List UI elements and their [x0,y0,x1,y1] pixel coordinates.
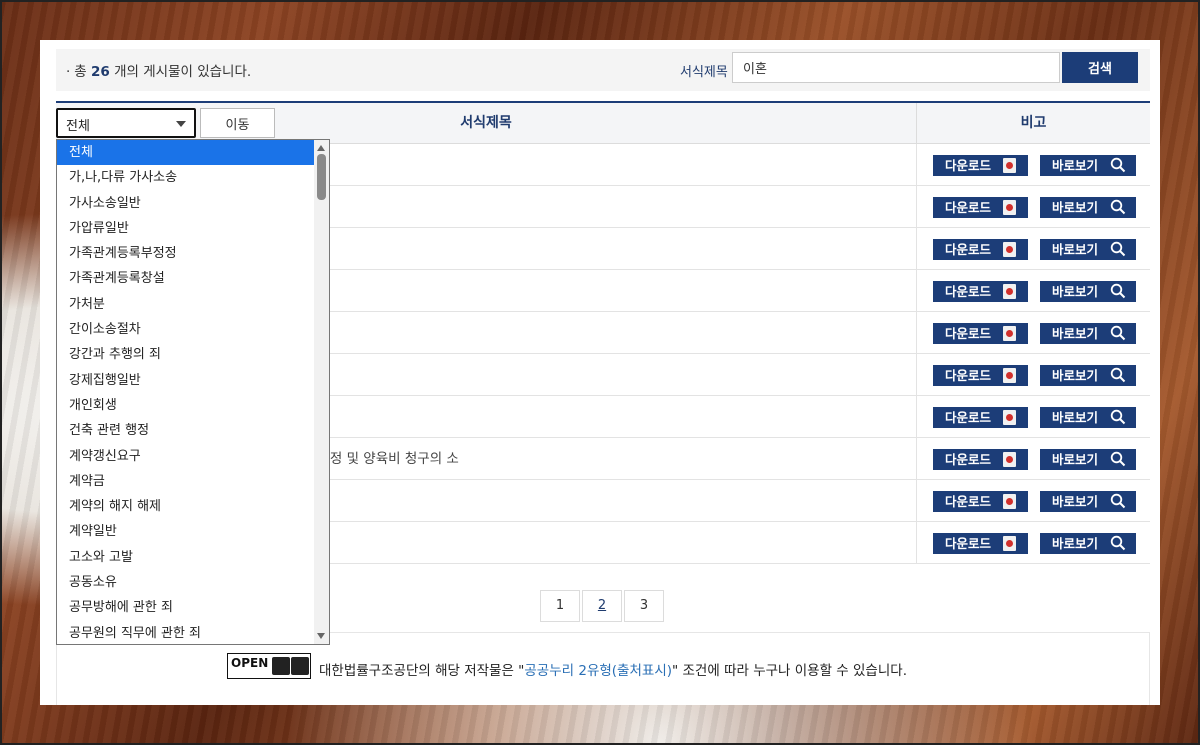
hwp-file-icon [1003,158,1016,173]
row-actions: 다운로드 바로보기 [916,228,1150,269]
view-button[interactable]: 바로보기 [1040,197,1136,218]
download-button[interactable]: 다운로드 [933,323,1028,344]
hwp-file-icon [1003,326,1016,341]
dropdown-option[interactable]: 전체 [57,140,315,166]
search-icon [1110,325,1126,341]
hwp-file-icon [1003,200,1016,215]
chevron-down-icon [176,121,186,127]
scroll-down-arrow-icon[interactable] [317,633,325,639]
page-3[interactable]: 3 [624,590,664,622]
hwp-file-icon [1003,452,1016,467]
download-button[interactable]: 다운로드 [933,155,1028,176]
row-actions: 다운로드 바로보기 [916,270,1150,311]
dropdown-option[interactable]: 고소와 고발 [57,545,315,570]
column-header-note: 비고 [916,103,1150,143]
search-input[interactable] [732,52,1060,83]
download-button[interactable]: 다운로드 [933,365,1028,386]
download-button[interactable]: 다운로드 [933,239,1028,260]
dropdown-option[interactable]: 가,나,다류 가사소송 [57,165,315,190]
search-icon [1110,199,1126,215]
view-button[interactable]: 바로보기 [1040,533,1136,554]
hwp-file-icon [1003,410,1016,425]
view-button[interactable]: 바로보기 [1040,323,1136,344]
view-button[interactable]: 바로보기 [1040,365,1136,386]
page-2[interactable]: 2 [582,590,622,622]
view-button[interactable]: 바로보기 [1040,491,1136,512]
download-button[interactable]: 다운로드 [933,449,1028,470]
search-bar: ·총 26 개의 게시물이 있습니다. 서식제목 검색 [56,49,1150,91]
hwp-file-icon [1003,494,1016,509]
search-label: 서식제목 [680,65,728,80]
search-icon [1110,535,1126,551]
table-header: 서식제목 비고 전체 이동 [56,103,1150,144]
download-button[interactable]: 다운로드 [933,281,1028,302]
search-icon [1110,283,1126,299]
download-button[interactable]: 다운로드 [933,533,1028,554]
dropdown-option[interactable]: 계약일반 [57,519,315,544]
row-actions: 다운로드 바로보기 [916,312,1150,353]
attribution-icon [272,657,290,675]
view-button[interactable]: 바로보기 [1040,407,1136,428]
dropdown-option[interactable]: 계약갱신요구 [57,444,315,469]
hwp-file-icon [1003,284,1016,299]
scrollbar-thumb[interactable] [317,154,326,200]
search-icon [1110,451,1126,467]
dropdown-option[interactable]: 강제집행일반 [57,368,315,393]
page-1[interactable]: 1 [540,590,580,622]
search-icon [1110,367,1126,383]
download-button[interactable]: 다운로드 [933,491,1028,512]
hwp-file-icon [1003,368,1016,383]
row-actions: 다운로드 바로보기 [916,144,1150,185]
hwp-file-icon [1003,536,1016,551]
scroll-up-arrow-icon[interactable] [317,145,325,151]
dropdown-option[interactable]: 계약금 [57,469,315,494]
view-button[interactable]: 바로보기 [1040,155,1136,176]
search-icon [1110,157,1126,173]
dropdown-option[interactable]: 개인회생 [57,393,315,418]
search-button[interactable]: 검색 [1062,52,1138,83]
category-dropdown-list[interactable]: 전체 가,나,다류 가사소송 가사소송일반 가압류일반 가족관계등록부정정 가족관계등록창… [56,139,330,645]
license-link[interactable]: 공공누리 2유형(출처표시) [524,663,672,679]
search-icon [1110,493,1126,509]
row-actions: 다운로드 바로보기 [916,396,1150,437]
move-button[interactable]: 이동 [200,108,275,138]
commercial-use-icon [291,657,309,675]
dropdown-option[interactable]: 공동소유 [57,570,315,595]
dropdown-option[interactable]: 가족관계등록창설 [57,266,315,291]
kogl-logo: OPEN [227,653,311,679]
row-actions: 다운로드 바로보기 [916,354,1150,395]
view-button[interactable]: 바로보기 [1040,281,1136,302]
dropdown-option[interactable]: 건축 관련 행정 [57,418,315,443]
row-actions: 다운로드 바로보기 [916,522,1150,563]
post-count: · 총 26 개의 게시물이 있습니다. [66,64,252,80]
download-button[interactable]: 다운로드 [933,197,1028,218]
license-text: 대한법률구조공단의 해당 저작물은 "공공누리 2유형(출처표시)" 조건에 따… [319,663,907,679]
dropdown-option[interactable]: 간이소송절차 [57,317,315,342]
category-select[interactable]: 전체 [56,108,196,138]
search-icon [1110,409,1126,425]
view-button[interactable]: 바로보기 [1040,239,1136,260]
dropdown-option[interactable]: 공무원의 직무에 관한 죄 [57,621,315,644]
dropdown-option[interactable]: 가처분 [57,292,315,317]
dropdown-option[interactable]: 계약의 해지 해제 [57,494,315,519]
hwp-file-icon [1003,242,1016,257]
row-actions: 다운로드 바로보기 [916,480,1150,521]
dropdown-scrollbar[interactable] [314,140,329,644]
dropdown-option[interactable]: 공무방해에 관한 죄 [57,595,315,620]
dropdown-option[interactable]: 가압류일반 [57,216,315,241]
row-actions: 다운로드 바로보기 [916,438,1150,479]
dropdown-option[interactable]: 가족관계등록부정정 [57,241,315,266]
row-actions: 다운로드 바로보기 [916,186,1150,227]
dropdown-option[interactable]: 가사소송일반 [57,191,315,216]
post-count-number: 26 [91,64,110,80]
download-button[interactable]: 다운로드 [933,407,1028,428]
view-button[interactable]: 바로보기 [1040,449,1136,470]
search-icon [1110,241,1126,257]
dropdown-option[interactable]: 강간과 추행의 죄 [57,342,315,367]
